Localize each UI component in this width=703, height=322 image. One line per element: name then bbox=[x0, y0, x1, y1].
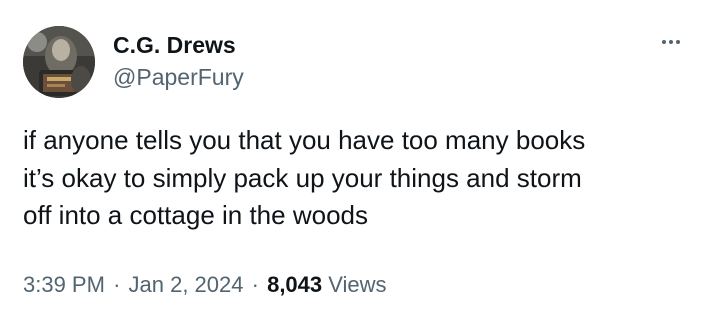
ellipsis-icon bbox=[676, 40, 680, 44]
tweet-date[interactable]: Jan 2, 2024 bbox=[129, 272, 244, 297]
tweet-text-line: it’s okay to simply pack up your things … bbox=[23, 162, 582, 193]
tweet-text-line: if anyone tells you that you have too ma… bbox=[23, 125, 586, 155]
tweet-text: if anyone tells you that you have too ma… bbox=[23, 122, 688, 235]
tweet-text-line: off into a cottage in the woods bbox=[23, 200, 368, 230]
ellipsis-icon bbox=[662, 40, 666, 44]
more-options-button[interactable] bbox=[654, 31, 688, 53]
views-label: Views bbox=[328, 272, 387, 297]
meta-separator: · bbox=[113, 272, 121, 297]
tweet-card: C.G. Drews @PaperFury if anyone tells yo… bbox=[0, 0, 703, 322]
meta-separator: · bbox=[251, 272, 259, 297]
tweet-timestamp[interactable]: 3:39 PM bbox=[23, 272, 105, 297]
author-handle[interactable]: @PaperFury bbox=[113, 63, 244, 91]
tweet-metadata: 3:39 PM · Jan 2, 2024 · 8,043 Views bbox=[23, 271, 387, 299]
author-display-name[interactable]: C.G. Drews bbox=[113, 31, 236, 59]
avatar-image bbox=[23, 26, 95, 98]
views-count: 8,043 bbox=[267, 272, 323, 297]
ellipsis-icon bbox=[669, 40, 673, 44]
author-avatar[interactable] bbox=[23, 26, 95, 98]
